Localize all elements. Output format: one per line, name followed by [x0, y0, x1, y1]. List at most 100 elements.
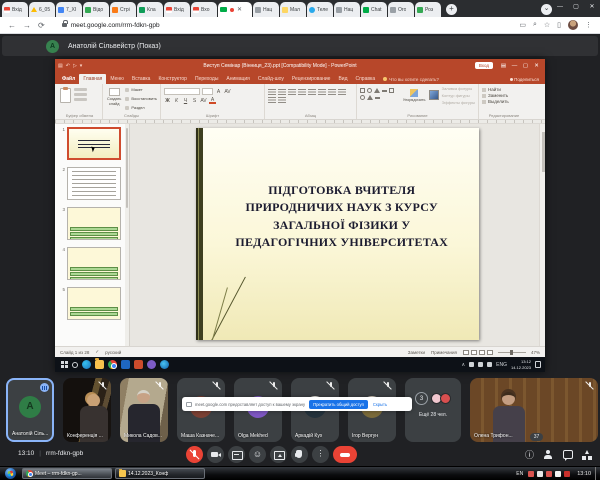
- shape-effects-button[interactable]: Эффекты фигуры: [442, 100, 475, 105]
- indent-increase-button[interactable]: [298, 89, 306, 95]
- zoom-slider[interactable]: [498, 352, 526, 353]
- ribbon-tab-menu[interactable]: Меню: [106, 74, 128, 84]
- align-left-button[interactable]: [318, 89, 326, 95]
- ribbon-tab-animations[interactable]: Анимация: [222, 74, 253, 84]
- slide-sorter-view-icon[interactable]: [471, 350, 477, 355]
- leave-call-button[interactable]: [333, 446, 357, 463]
- layout-button[interactable]: Макет: [125, 87, 157, 92]
- browser-tab-meet-active[interactable]: ✕: [218, 2, 252, 17]
- shape-fill-button[interactable]: Заливка фигуры: [442, 86, 475, 91]
- bullets-button[interactable]: [268, 89, 276, 95]
- powerpoint-icon[interactable]: [134, 360, 143, 369]
- ribbon-tab-insert[interactable]: Вставка: [128, 74, 155, 84]
- comments-button[interactable]: Примечания: [431, 350, 457, 355]
- bold-button[interactable]: Ж: [164, 98, 171, 104]
- thumbnail-row[interactable]: 1: [57, 127, 128, 160]
- raise-hand-button[interactable]: [291, 446, 308, 463]
- qat-dropdown-icon[interactable]: ▾: [80, 63, 83, 69]
- reading-view-icon[interactable]: [479, 350, 485, 355]
- reload-icon[interactable]: ⟳: [38, 21, 45, 30]
- font-size-box[interactable]: [202, 88, 213, 95]
- browser-tab[interactable]: Вхід: [164, 2, 190, 17]
- language-indicator[interactable]: русский: [105, 350, 121, 355]
- secure-lock-icon[interactable]: [62, 23, 67, 27]
- zoom-icon[interactable]: ⌕: [533, 21, 537, 29]
- ribbon-display-icon[interactable]: ▤: [498, 63, 509, 69]
- ellipse-shape-icon[interactable]: [367, 88, 372, 93]
- align-right-button[interactable]: [338, 89, 346, 95]
- quick-styles-button[interactable]: [429, 90, 438, 100]
- tray-icon[interactable]: [469, 362, 474, 367]
- tray-icon[interactable]: [528, 471, 534, 477]
- start-orb-icon[interactable]: [5, 468, 16, 479]
- tray-icon[interactable]: [564, 471, 570, 477]
- thumbnail-scrollbar[interactable]: [125, 124, 129, 346]
- more-participants-tile[interactable]: 3 Ещё 28 чел.: [405, 378, 461, 442]
- browser-tab[interactable]: 6_05: [29, 2, 55, 17]
- slide-title-text[interactable]: ПІДГОТОВКА ВЧИТЕЛЯ ПРИРОДНИЧИХ НАУК З КУ…: [221, 182, 462, 252]
- tray-clock[interactable]: 13:12 14.12.2023: [511, 359, 531, 369]
- italic-button[interactable]: К: [173, 98, 180, 104]
- taskbar-search-icon[interactable]: [72, 362, 78, 368]
- align-center-button[interactable]: [328, 89, 336, 95]
- browser-tab[interactable]: Нац: [253, 2, 279, 17]
- save-icon[interactable]: ▤: [58, 63, 63, 69]
- window-maximize-button[interactable]: ▢: [568, 3, 584, 10]
- browser-tab[interactable]: Вхо: [191, 2, 217, 17]
- indent-decrease-button[interactable]: [288, 89, 296, 95]
- triangle-shape-icon[interactable]: [374, 88, 380, 93]
- slideshow-icon[interactable]: ▷: [73, 63, 77, 69]
- ribbon-tab-home[interactable]: Главная: [79, 74, 106, 84]
- camera-button[interactable]: [207, 446, 224, 463]
- clear-format-button[interactable]: AV: [224, 89, 231, 95]
- tab-close-icon[interactable]: ✕: [237, 6, 242, 13]
- replace-button[interactable]: Заменить: [482, 93, 526, 98]
- cast-icon[interactable]: ▭: [519, 21, 526, 29]
- ribbon-tab-transitions[interactable]: Переходы: [191, 74, 222, 84]
- undo-icon[interactable]: ↶: [66, 63, 70, 69]
- edge-legacy-icon[interactable]: [82, 360, 91, 369]
- tray-icon[interactable]: [478, 362, 483, 367]
- ppt-share-button[interactable]: Поделиться: [510, 77, 545, 84]
- browser-tab[interactable]: Теле: [307, 2, 333, 17]
- find-button[interactable]: Найти: [482, 87, 526, 92]
- cut-button[interactable]: [74, 88, 87, 91]
- justify-button[interactable]: [268, 97, 276, 103]
- ribbon-tab-slideshow[interactable]: Слайд-шоу: [254, 74, 288, 84]
- font-color-button[interactable]: А: [209, 97, 216, 104]
- copy-button[interactable]: [74, 93, 87, 96]
- tray-icon[interactable]: [487, 362, 492, 367]
- browser-tab[interactable]: Вхід: [2, 2, 28, 17]
- side-panel-icon[interactable]: ▯: [557, 21, 561, 29]
- start-button-icon[interactable]: [61, 361, 64, 364]
- back-icon[interactable]: ←: [8, 21, 16, 30]
- tray-language-indicator[interactable]: ENG: [496, 362, 507, 368]
- arrange-button[interactable]: Упорядочить: [402, 86, 426, 105]
- browser-tab[interactable]: Ого: [388, 2, 414, 17]
- underline-button[interactable]: Ч: [182, 98, 189, 104]
- window-minimize-button[interactable]: —: [552, 4, 568, 10]
- file-explorer-icon[interactable]: [95, 360, 104, 369]
- reset-button[interactable]: Восстановить: [125, 96, 157, 101]
- ppt-sign-in-button[interactable]: Вход: [475, 62, 493, 69]
- zoom-level[interactable]: 47%: [531, 350, 540, 355]
- thumbnail-row[interactable]: 5: [57, 287, 128, 320]
- slide-thumbnail-selected[interactable]: [67, 127, 121, 160]
- stop-sharing-button[interactable]: Прекратить общий доступ: [309, 400, 368, 409]
- rectangle-shape-icon[interactable]: [360, 88, 365, 93]
- tell-me-box[interactable]: Что вы хотите сделать?: [389, 77, 439, 84]
- slide-editing-area[interactable]: ПІДГОТОВКА ВЧИТЕЛЯ ПРИРОДНИЧИХ НАУК З КУ…: [130, 124, 545, 346]
- browser-tab[interactable]: 7_ХІ: [56, 2, 82, 17]
- browser-tab[interactable]: Стрі: [110, 2, 136, 17]
- captions-button[interactable]: [228, 446, 245, 463]
- tray-icon[interactable]: [555, 471, 561, 477]
- tray-icon[interactable]: [537, 471, 543, 477]
- format-painter-button[interactable]: [74, 98, 87, 101]
- slideshow-view-icon[interactable]: [487, 350, 493, 355]
- taskbar-app-folder[interactable]: 14.12.2023_Конф: [115, 468, 205, 479]
- bookmark-star-icon[interactable]: ☆: [544, 21, 550, 29]
- browser-tab[interactable]: Мал: [280, 2, 306, 17]
- new-slide-button[interactable]: Создать слайд: [106, 86, 122, 111]
- tab-search-icon[interactable]: ⌄: [541, 4, 552, 15]
- new-tab-button[interactable]: +: [446, 4, 457, 15]
